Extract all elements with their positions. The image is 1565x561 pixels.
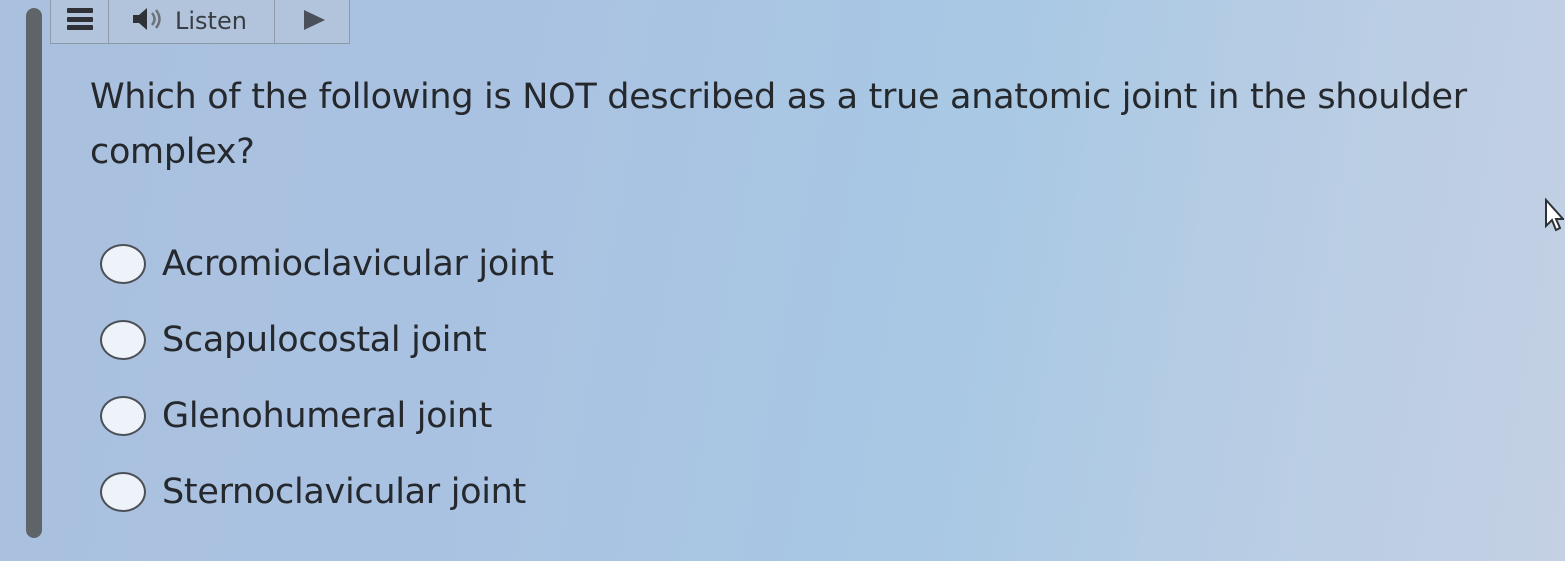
radio-button[interactable] xyxy=(100,472,146,512)
option-sternoclavicular[interactable]: Sternoclavicular joint xyxy=(100,454,554,530)
play-icon xyxy=(304,10,325,30)
option-label: Scapulocostal joint xyxy=(162,320,487,360)
listen-label: Listen xyxy=(175,7,247,35)
option-scapulocostal[interactable]: Scapulocostal joint xyxy=(100,302,554,378)
radio-button[interactable] xyxy=(100,320,146,360)
menu-button[interactable] xyxy=(51,0,109,43)
question-text: Which of the following is NOT described … xyxy=(90,77,1467,172)
mouse-pointer-icon xyxy=(1545,198,1564,232)
option-label: Sternoclavicular joint xyxy=(162,472,526,512)
option-glenohumeral[interactable]: Glenohumeral joint xyxy=(100,378,554,454)
read-aloud-toolbar: Listen xyxy=(50,0,350,44)
option-label: Glenohumeral joint xyxy=(162,396,493,436)
hamburger-menu-icon xyxy=(66,8,93,30)
radio-button[interactable] xyxy=(100,396,146,436)
option-label: Acromioclavicular joint xyxy=(162,244,554,284)
answer-options: Acromioclavicular joint Scapulocostal jo… xyxy=(100,226,554,530)
speaker-icon xyxy=(133,8,161,30)
play-button[interactable] xyxy=(275,0,349,43)
scrollbar[interactable] xyxy=(26,8,42,538)
listen-button[interactable]: Listen xyxy=(109,0,275,43)
radio-button[interactable] xyxy=(100,244,146,284)
option-acromioclavicular[interactable]: Acromioclavicular joint xyxy=(100,226,554,302)
